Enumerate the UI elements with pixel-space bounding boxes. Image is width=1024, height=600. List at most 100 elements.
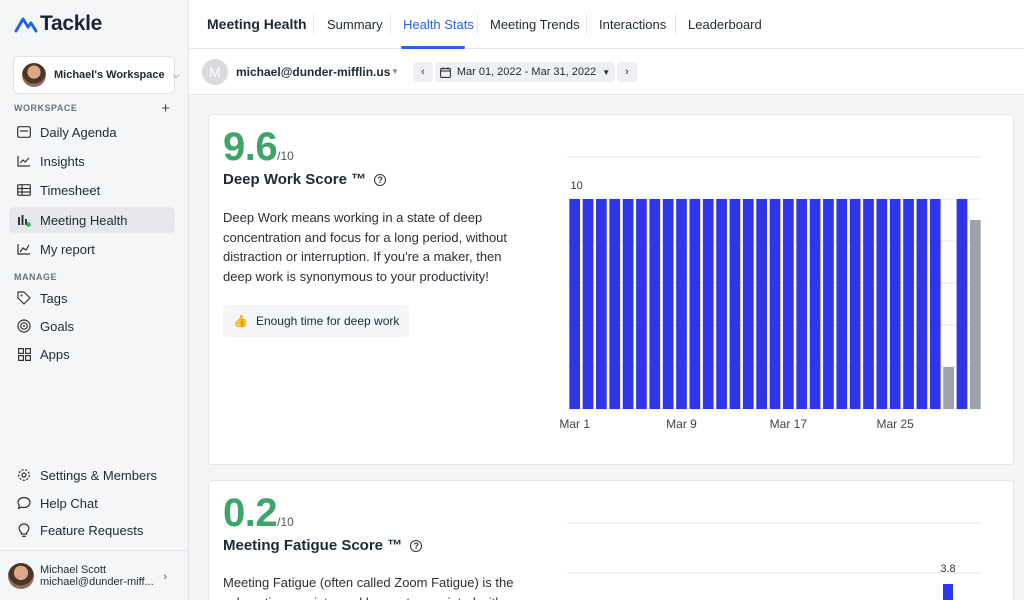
chart-bar[interactable] <box>863 199 874 409</box>
score-title-label: Meeting Fatigue Score ™ <box>223 537 403 554</box>
sidebar: Tackle Michael's Workspace ⌵ WORKSPACE +… <box>0 0 189 600</box>
chart-bar[interactable] <box>702 199 714 409</box>
chart-bar[interactable] <box>729 199 741 409</box>
chart-bar[interactable] <box>676 199 687 409</box>
date-range-picker[interactable]: Mar 01, 2022 - Mar 31, 2022 ▼ <box>435 62 615 82</box>
sidebar-item-my-report[interactable]: My report <box>9 236 175 262</box>
chart-bar[interactable] <box>582 199 594 409</box>
chart-bar[interactable] <box>876 199 888 409</box>
sidebar-item-timesheet[interactable]: Timesheet <box>9 177 175 203</box>
chart-bar[interactable] <box>916 199 928 409</box>
chart-bar[interactable] <box>662 199 674 409</box>
chevron-left-icon: ‹ <box>421 66 425 78</box>
sidebar-item-label: Meeting Health <box>40 212 128 228</box>
score-title-label: Deep Work Score ™ <box>223 171 367 188</box>
chart-bar[interactable] <box>609 199 621 409</box>
page-title: Meeting Health <box>207 16 307 32</box>
sidebar-item-settings[interactable]: Settings & Members <box>9 462 175 488</box>
chart-bar[interactable] <box>943 367 954 409</box>
sidebar-item-label: Daily Agenda <box>40 124 117 140</box>
divider <box>675 14 676 34</box>
sidebar-item-feature-requests[interactable]: Feature Requests <box>9 517 175 543</box>
chart-bar[interactable] <box>796 199 808 409</box>
timesheet-icon <box>17 183 31 197</box>
sidebar-item-label: My report <box>40 241 95 257</box>
sidebar-item-insights[interactable]: Insights <box>9 148 175 174</box>
status-badge-label: Enough time for deep work <box>255 314 400 328</box>
x-tick-label: Mar 25 <box>877 417 915 431</box>
thumbs-up-icon: 👍 <box>233 314 248 328</box>
divider <box>313 14 314 34</box>
score-title: Meeting Fatigue Score ™? <box>223 537 423 554</box>
sidebar-item-meeting-health[interactable]: Meeting Health <box>9 207 175 233</box>
user-email: michael@dunder-miff... <box>40 575 154 588</box>
x-tick-label: Mar 9 <box>666 417 697 431</box>
tag-icon <box>17 291 31 305</box>
gear-icon <box>17 468 31 482</box>
score-title: Deep Work Score ™? <box>223 171 387 188</box>
divider <box>477 14 478 34</box>
chart-bar[interactable] <box>943 584 953 600</box>
chart-bar[interactable] <box>929 199 941 409</box>
tab-meeting-trends[interactable]: Meeting Trends <box>490 17 580 32</box>
divider <box>586 14 587 34</box>
chevron-right-icon: › <box>163 571 167 583</box>
tab-summary[interactable]: Summary <box>327 17 383 32</box>
chart-bar[interactable] <box>622 199 634 409</box>
deep-work-score: 9.6/10 <box>223 125 294 170</box>
meeting-fatigue-card: 0.2/10 Meeting Fatigue Score ™? Meeting … <box>208 480 1014 600</box>
score-description: Deep Work means working in a state of de… <box>223 210 508 284</box>
workspace-selector[interactable]: Michael's Workspace ⌵ <box>13 56 179 94</box>
x-tick-label: Mar 1 <box>559 417 590 431</box>
chart-bar[interactable] <box>783 199 794 409</box>
tab-interactions[interactable]: Interactions <box>599 17 666 32</box>
insights-icon <box>17 154 31 168</box>
app-logo[interactable]: Tackle <box>14 12 102 36</box>
tab-leaderboard[interactable]: Leaderboard <box>688 17 762 32</box>
user-menu[interactable]: Michael Scott michael@dunder-miff... › <box>0 550 189 600</box>
previous-period-button[interactable]: ‹ <box>413 62 433 82</box>
app-name: Tackle <box>40 12 103 35</box>
score-value: 9.6 <box>223 125 278 169</box>
chart-bar[interactable] <box>716 199 727 409</box>
deep-work-card: 9.6/10 Deep Work Score ™? Deep Work mean… <box>208 114 1014 465</box>
chart-bar[interactable] <box>809 199 821 409</box>
meeting-fatigue-chart: 3.8 <box>567 522 981 600</box>
chevron-right-icon: › <box>625 66 629 78</box>
sidebar-item-label: Goals <box>40 318 74 334</box>
chart-bar[interactable] <box>836 199 848 409</box>
sidebar-item-help-chat[interactable]: Help Chat <box>9 490 175 516</box>
meeting-health-icon <box>17 213 31 227</box>
meeting-fatigue-score: 0.2/10 <box>223 491 294 536</box>
chart-bar[interactable] <box>636 199 647 409</box>
sidebar-item-goals[interactable]: Goals <box>9 313 175 339</box>
caret-down-icon: ▼ <box>602 67 611 77</box>
apps-icon <box>17 347 31 361</box>
chart-bar[interactable] <box>756 199 767 409</box>
sidebar-item-tags[interactable]: Tags <box>9 285 175 311</box>
next-period-button[interactable]: › <box>617 62 637 82</box>
tab-health-stats[interactable]: Health Stats <box>403 17 474 32</box>
chart-bar[interactable] <box>742 199 754 409</box>
chevron-down-icon[interactable]: ▼ <box>391 67 399 76</box>
sidebar-item-label: Insights <box>40 153 85 169</box>
chart-bar[interactable] <box>889 199 901 409</box>
help-icon[interactable]: ? <box>374 174 387 186</box>
chart-bar[interactable] <box>596 199 607 409</box>
sidebar-item-label: Timesheet <box>40 182 101 198</box>
chart-bar[interactable] <box>769 199 781 409</box>
chart-bar[interactable] <box>969 220 981 409</box>
add-icon[interactable]: + <box>161 100 170 117</box>
chart-bar[interactable] <box>649 199 661 409</box>
chart-bar[interactable] <box>903 199 914 409</box>
chart-bar[interactable] <box>849 199 861 409</box>
sidebar-item-apps[interactable]: Apps <box>9 341 175 367</box>
chart-bar[interactable] <box>689 199 701 409</box>
user-email-selector[interactable]: michael@dunder-mifflin.us <box>236 65 390 79</box>
chart-bar[interactable] <box>823 199 834 409</box>
chart-bar[interactable] <box>956 199 968 409</box>
calendar-icon <box>439 66 451 78</box>
chart-bar[interactable] <box>569 199 581 409</box>
sidebar-item-daily-agenda[interactable]: Daily Agenda <box>9 119 175 145</box>
help-icon[interactable]: ? <box>410 540 423 552</box>
